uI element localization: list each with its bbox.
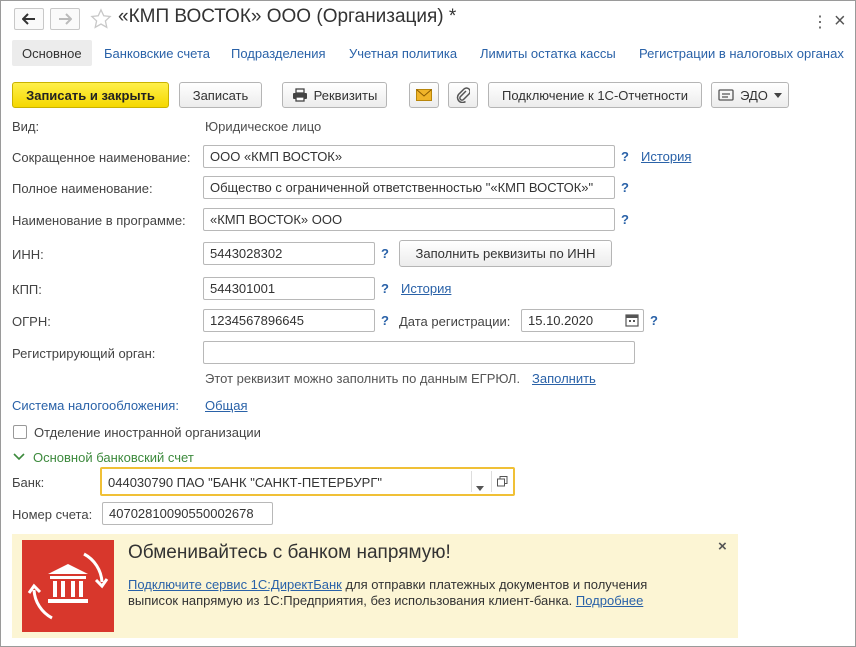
reg-date-label: Дата регистрации: <box>399 314 511 329</box>
bank-input-divider <box>471 471 472 492</box>
program-name-input[interactable]: «КМП ВОСТОК» ООО <box>203 208 615 231</box>
tab-bank-accounts[interactable]: Банковские счета <box>104 46 210 61</box>
bank-input-divider-2 <box>491 471 492 492</box>
chevron-down-icon <box>773 92 782 98</box>
reg-date-value: 15.10.2020 <box>528 313 594 328</box>
bank-input[interactable]: 044030790 ПАО "БАНК "САНКТ-ПЕТЕРБУРГ" <box>100 467 515 496</box>
program-name-label: Наименование в программе: <box>12 213 186 228</box>
full-name-input[interactable]: Общество с ограниченной ответственностью… <box>203 176 615 199</box>
kpp-input[interactable]: 544301001 <box>203 277 375 300</box>
arrow-right-icon <box>59 13 72 25</box>
edo-label: ЭДО <box>740 87 768 103</box>
short-name-help[interactable]: ? <box>621 149 629 164</box>
save-and-close-button[interactable]: Записать и закрыть <box>12 82 169 108</box>
banner-close-icon[interactable]: × <box>718 538 727 555</box>
ogrn-label: ОГРН: <box>12 314 51 329</box>
reg-date-input[interactable]: 15.10.2020 <box>521 309 644 332</box>
calendar-icon[interactable] <box>625 313 639 330</box>
directbank-connect-link[interactable]: Подключите сервис 1С:ДиректБанк <box>128 577 342 592</box>
paperclip-icon <box>456 87 470 103</box>
inn-help[interactable]: ? <box>381 246 389 261</box>
back-button[interactable] <box>14 8 44 30</box>
directbank-banner: Обменивайтесь с банком напрямую! Подключ… <box>12 534 738 638</box>
foreign-branch-checkbox[interactable] <box>13 425 27 439</box>
reg-authority-input[interactable] <box>203 341 635 364</box>
tab-cash-limits[interactable]: Лимиты остатка кассы <box>480 46 616 61</box>
tab-tax-registrations[interactable]: Регистрации в налоговых органах <box>639 46 844 61</box>
forward-button[interactable] <box>50 8 80 30</box>
egrul-hint: Этот реквизит можно заполнить по данным … <box>205 371 521 386</box>
fill-by-inn-button[interactable]: Заполнить реквизиты по ИНН <box>399 240 612 267</box>
inn-input[interactable]: 5443028302 <box>203 242 375 265</box>
account-label: Номер счета: <box>12 507 93 522</box>
full-name-help[interactable]: ? <box>621 180 629 195</box>
foreign-branch-label: Отделение иностранной организации <box>34 425 261 440</box>
email-button[interactable] <box>409 82 439 108</box>
edo-button[interactable]: ЭДО <box>711 82 789 108</box>
tab-subdivisions[interactable]: Подразделения <box>231 46 326 61</box>
tax-system-link[interactable]: Общая <box>205 398 248 413</box>
short-name-input[interactable]: ООО «КМП ВОСТОК» <box>203 145 615 168</box>
requisites-label: Реквизиты <box>313 87 378 103</box>
bank-value: 044030790 ПАО "БАНК "САНКТ-ПЕТЕРБУРГ" <box>108 475 382 490</box>
arrow-left-icon <box>22 13 35 25</box>
bank-exchange-icon <box>22 540 114 632</box>
tab-accounting-policy[interactable]: Учетная политика <box>349 46 457 61</box>
bank-label: Банк: <box>12 475 45 490</box>
kpp-label: КПП: <box>12 282 42 297</box>
envelope-icon <box>416 89 432 101</box>
connect-reporting-button[interactable]: Подключение к 1С-Отчетности <box>488 82 702 108</box>
favorite-star-icon[interactable] <box>90 8 112 33</box>
requisites-button[interactable]: Реквизиты <box>282 82 387 108</box>
account-input[interactable]: 40702810090550002678 <box>102 502 273 525</box>
kpp-history-link[interactable]: История <box>401 281 451 296</box>
open-bank-icon[interactable] <box>497 475 508 490</box>
program-name-help[interactable]: ? <box>621 212 629 227</box>
bank-section-label[interactable]: Основной банковский счет <box>33 450 194 465</box>
ogrn-input[interactable]: 1234567896645 <box>203 309 375 332</box>
type-value: Юридическое лицо <box>205 119 322 134</box>
egrul-fill-link[interactable]: Заполнить <box>532 371 596 386</box>
banner-title: Обменивайтесь с банком напрямую! <box>128 542 451 563</box>
bank-dropdown-icon[interactable] <box>476 479 484 494</box>
full-name-label: Полное наименование: <box>12 181 153 196</box>
printer-icon <box>292 88 307 102</box>
close-icon[interactable]: × <box>834 10 846 33</box>
banner-text: Подключите сервис 1С:ДиректБанк для отпр… <box>128 577 688 609</box>
section-chevron-icon[interactable] <box>13 450 25 465</box>
reg-date-help[interactable]: ? <box>650 313 658 328</box>
ogrn-help[interactable]: ? <box>381 313 389 328</box>
tax-system-label[interactable]: Система налогообложения: <box>12 398 179 413</box>
page-title: «КМП ВОСТОК» ООО (Организация) * <box>118 6 457 27</box>
edo-document-icon <box>718 89 734 101</box>
save-button[interactable]: Записать <box>179 82 262 108</box>
banner-more-link[interactable]: Подробнее <box>576 593 643 608</box>
tab-main[interactable]: Основное <box>12 40 92 66</box>
type-label: Вид: <box>12 119 40 134</box>
kpp-help[interactable]: ? <box>381 281 389 296</box>
short-name-label: Сокращенное наименование: <box>12 150 191 165</box>
reg-authority-label: Регистрирующий орган: <box>12 346 156 361</box>
more-icon[interactable]: ⋮ <box>812 12 828 32</box>
attach-button[interactable] <box>448 82 478 108</box>
inn-label: ИНН: <box>12 247 44 262</box>
short-name-history-link[interactable]: История <box>641 149 691 164</box>
